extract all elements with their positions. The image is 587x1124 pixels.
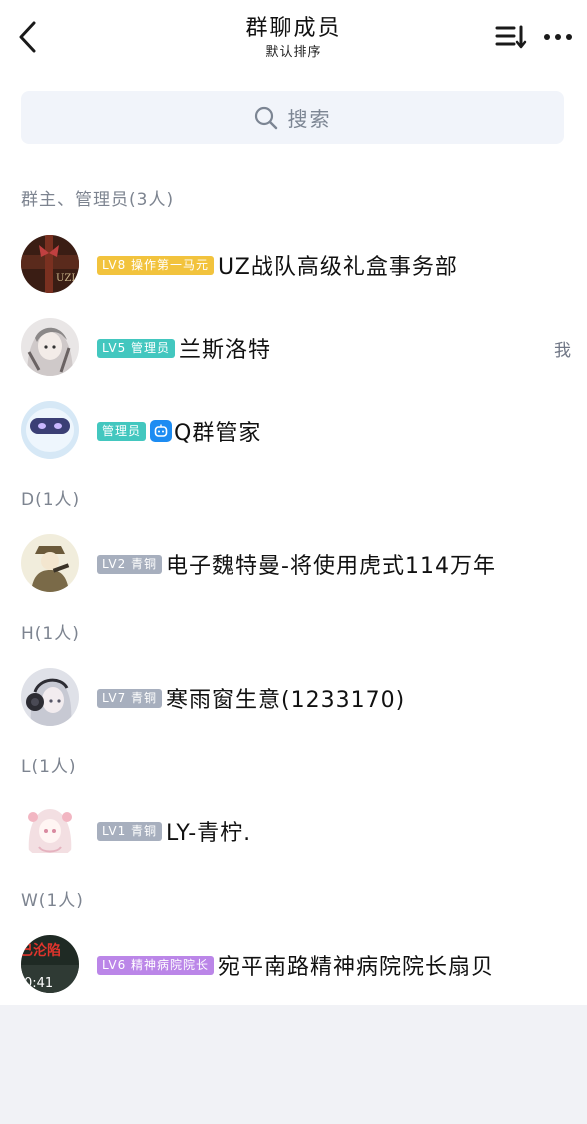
section-header-w: W(1人) bbox=[21, 891, 84, 911]
section-header-l: L(1人) bbox=[21, 757, 77, 777]
search-icon bbox=[254, 106, 277, 129]
member-row[interactable]: LV5 管理员 兰斯洛特 我 bbox=[0, 309, 587, 387]
member-row[interactable]: LV2 青铜 电子魏特曼-将使用虎式114万年 bbox=[0, 525, 587, 603]
avatar bbox=[21, 534, 79, 592]
member-info: LV7 青铜 寒雨窗生意(1233170) bbox=[97, 659, 405, 737]
self-tag: 我 bbox=[554, 341, 571, 361]
avatar bbox=[21, 668, 79, 726]
sort-button[interactable] bbox=[494, 22, 528, 52]
level-badge: LV5 管理员 bbox=[97, 338, 176, 358]
section-header-d: D(1人) bbox=[21, 490, 81, 510]
member-row[interactable]: LV7 青铜 寒雨窗生意(1233170) bbox=[0, 659, 587, 737]
member-info: LV2 青铜 电子魏特曼-将使用虎式114万年 bbox=[97, 525, 496, 603]
avatar: UZI bbox=[21, 235, 79, 293]
sort-list-icon bbox=[495, 25, 527, 49]
section-header-h: H(1人) bbox=[21, 624, 80, 644]
member-list-panel: 群聊成员 默认排序 搜索 群主、管理员(3人) UZI LV8 操作第一马元 U… bbox=[0, 0, 587, 1005]
member-row[interactable]: 已沦陷 0:41 LV6 精神病院院长 宛平南路精神病院院长扇贝 bbox=[0, 926, 587, 1004]
section-header-admins: 群主、管理员(3人) bbox=[21, 190, 175, 210]
member-name: Q群管家 bbox=[174, 421, 262, 446]
member-row[interactable]: LV1 青铜 LY-青柠. bbox=[0, 792, 587, 870]
more-button[interactable] bbox=[540, 22, 576, 52]
member-name: 寒雨窗生意(1233170) bbox=[166, 688, 406, 713]
member-info: LV6 精神病院院长 宛平南路精神病院院长扇贝 bbox=[97, 926, 494, 1004]
avatar bbox=[21, 318, 79, 376]
member-name: 兰斯洛特 bbox=[179, 338, 272, 363]
member-info: 管理员 Q群管家 bbox=[97, 392, 261, 470]
robot-icon bbox=[150, 420, 173, 442]
level-badge: LV6 精神病院院长 bbox=[97, 955, 215, 975]
member-row[interactable]: 管理员 Q群管家 bbox=[0, 392, 587, 470]
admin-badge: 管理员 bbox=[97, 421, 147, 441]
search-placeholder: 搜索 bbox=[287, 107, 332, 131]
level-badge: LV2 青铜 bbox=[97, 554, 163, 574]
member-info: LV5 管理员 兰斯洛特 bbox=[97, 309, 271, 387]
avatar-timestamp: 0:41 bbox=[24, 976, 53, 991]
member-name: 电子魏特曼-将使用虎式114万年 bbox=[166, 554, 496, 579]
level-badge: LV8 操作第一马元 bbox=[97, 255, 215, 275]
avatar-caption: 已沦陷 bbox=[21, 942, 61, 959]
avatar: 已沦陷 0:41 bbox=[21, 935, 79, 993]
avatar bbox=[21, 401, 79, 459]
member-name: 宛平南路精神病院院长扇贝 bbox=[218, 955, 495, 980]
member-list-screen: 群聊成员 默认排序 搜索 群主、管理员(3人) UZI LV8 操作第一马元 U… bbox=[0, 0, 587, 1124]
top-nav-bar: 群聊成员 默认排序 bbox=[0, 0, 587, 80]
level-badge: LV1 青铜 bbox=[97, 821, 163, 841]
avatar bbox=[21, 801, 79, 859]
member-name: LY-青柠. bbox=[166, 821, 252, 846]
member-row[interactable]: UZI LV8 操作第一马元 UZ战队高级礼盒事务部 bbox=[0, 226, 587, 304]
member-info: LV8 操作第一马元 UZ战队高级礼盒事务部 bbox=[97, 226, 458, 304]
level-badge: LV7 青铜 bbox=[97, 688, 163, 708]
search-input[interactable]: 搜索 bbox=[21, 91, 564, 144]
member-info: LV1 青铜 LY-青柠. bbox=[97, 792, 251, 870]
member-name: UZ战队高级礼盒事务部 bbox=[218, 255, 458, 280]
svg-text:UZI: UZI bbox=[56, 273, 75, 284]
more-dots-icon bbox=[544, 34, 572, 40]
